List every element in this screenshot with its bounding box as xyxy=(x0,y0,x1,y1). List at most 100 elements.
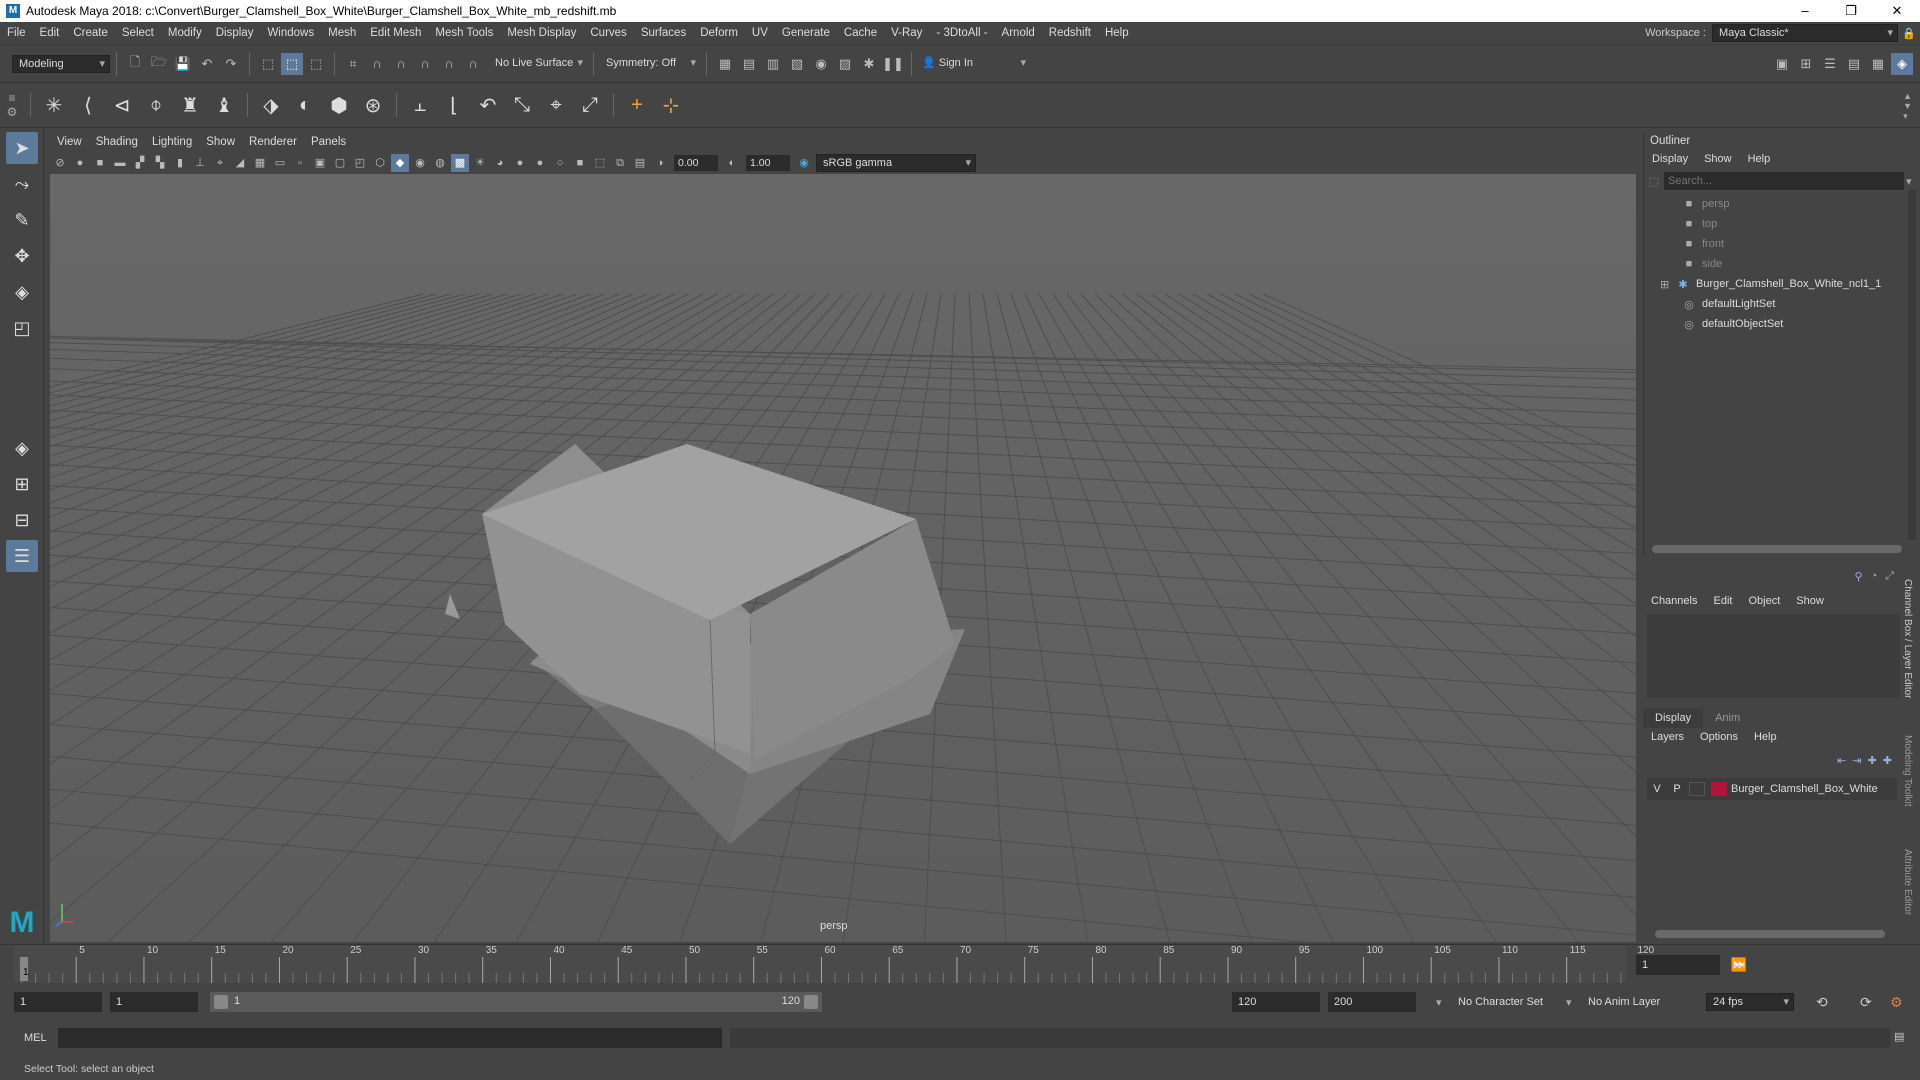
menu-3dtoall[interactable]: - 3DtoAll - xyxy=(929,22,994,44)
close-button[interactable]: ✕ xyxy=(1874,0,1920,22)
outliner-item-top[interactable]: ■ top xyxy=(1682,214,1920,234)
menu-display[interactable]: Display xyxy=(209,22,261,44)
layer-type-toggle[interactable] xyxy=(1689,782,1705,796)
channel-icon-c[interactable]: ⤢ xyxy=(1885,570,1894,583)
lock-camera-icon[interactable]: ● xyxy=(71,154,89,172)
select-component-icon[interactable]: ⬚ xyxy=(305,53,327,75)
playback-end-field[interactable]: 120 xyxy=(1232,992,1320,1012)
menu-edit-mesh[interactable]: Edit Mesh xyxy=(363,22,428,44)
render-view-icon[interactable]: ▦ xyxy=(714,53,736,75)
auto-key-icon[interactable]: ⟳ xyxy=(1860,994,1872,1011)
two-view-icon[interactable]: ⊟ xyxy=(6,504,38,536)
paint-weights-icon[interactable]: ⬗ xyxy=(256,89,286,121)
human-ik-icon[interactable]: ♝ xyxy=(209,89,239,121)
snap-curve-icon[interactable]: ∩ xyxy=(366,53,388,75)
vp-menu-lighting[interactable]: Lighting xyxy=(145,136,199,148)
constraint-point-icon[interactable]: ⌊ xyxy=(439,89,469,121)
hud-icon[interactable]: ⬚ xyxy=(591,154,609,172)
hypershade-icon[interactable]: ◉ xyxy=(810,53,832,75)
scale-tool-icon[interactable]: ◰ xyxy=(6,312,38,344)
anim-layer-dropdown[interactable]: No Anim Layer xyxy=(1588,992,1660,1012)
ipr-render-icon[interactable]: ▥ xyxy=(762,53,784,75)
menu-mesh-display[interactable]: Mesh Display xyxy=(500,22,583,44)
shelf-tabs-icon[interactable]: ≡ ⚙ xyxy=(0,91,24,119)
render-setup-icon[interactable]: ▨ xyxy=(834,53,856,75)
channel-icon-a[interactable]: ⚲ xyxy=(1854,570,1862,583)
channel-icon-b[interactable]: ◔ xyxy=(1871,570,1878,583)
mode-dropdown[interactable]: Modeling xyxy=(12,54,110,73)
constraint-scale-icon[interactable]: ⤡ xyxy=(507,89,537,121)
quick-rig-icon[interactable]: ♜ xyxy=(175,89,205,121)
layers-menu-help[interactable]: Help xyxy=(1746,731,1785,743)
snap-grid-icon[interactable]: ⌗ xyxy=(342,53,364,75)
sign-in-dropdown[interactable]: 👤 Sign In xyxy=(918,54,1030,73)
channel-box-toggle-icon[interactable]: ▦ xyxy=(1867,53,1889,75)
layer-editor-toggle-icon[interactable]: ◈ xyxy=(1891,53,1913,75)
resolution-gate-icon[interactable]: ◢ xyxy=(231,154,249,172)
vp-menu-panels[interactable]: Panels xyxy=(304,136,353,148)
select-tool-icon[interactable]: ➤ xyxy=(6,132,38,164)
move-tool-icon[interactable]: ✥ xyxy=(6,240,38,272)
bind-skin-icon[interactable]: ⌽ xyxy=(141,89,171,121)
tool-settings-icon[interactable]: ☰ xyxy=(1819,53,1841,75)
vp-menu-renderer[interactable]: Renderer xyxy=(242,136,304,148)
outliner-item-burger-group[interactable]: ⊞ ✱ Burger_Clamshell_Box_White_ncl1_1 xyxy=(1660,274,1920,294)
gate-mask-icon[interactable]: ▦ xyxy=(251,154,269,172)
outliner-layout-icon[interactable]: ☰ xyxy=(6,540,38,572)
layer-move-up-icon[interactable]: ⇤ xyxy=(1837,754,1846,767)
constraint-pole-icon[interactable]: ⤢ xyxy=(575,89,605,121)
mel-label[interactable]: MEL xyxy=(24,1028,47,1048)
outliner-item-persp[interactable]: ■ persp xyxy=(1682,194,1920,214)
menu-surfaces[interactable]: Surfaces xyxy=(634,22,693,44)
anti-aliasing-icon[interactable]: ● xyxy=(531,154,549,172)
rotate-tool-icon[interactable]: ◈ xyxy=(6,276,38,308)
layer-move-down-icon[interactable]: ⇥ xyxy=(1852,754,1861,767)
range-slider-end-handle[interactable] xyxy=(804,995,818,1009)
render-frame-icon[interactable]: ▤ xyxy=(738,53,760,75)
xray-joints-icon[interactable]: ☀ xyxy=(471,154,489,172)
live-surface-dropdown[interactable]: No Live Surface xyxy=(489,54,587,73)
select-camera-icon[interactable]: ⊘ xyxy=(51,154,69,172)
menu-deform[interactable]: Deform xyxy=(693,22,745,44)
new-layer-selected-icon[interactable]: ✚ xyxy=(1883,754,1892,767)
outliner-toggle-icon[interactable]: ▤ xyxy=(1843,53,1865,75)
outliner-item-default-light-set[interactable]: ◎ defaultLightSet xyxy=(1682,294,1920,314)
cluster-icon[interactable]: ⊛ xyxy=(358,89,388,121)
channels-menu-edit[interactable]: Edit xyxy=(1705,595,1740,607)
constraint-orient-icon[interactable]: ↶ xyxy=(473,89,503,121)
exposure-icon[interactable]: ◑ xyxy=(651,154,669,172)
layers-menu-layers[interactable]: Layers xyxy=(1643,731,1692,743)
gamma-field[interactable]: 1.00 xyxy=(746,155,790,171)
select-hierarchy-icon[interactable]: ⬚ xyxy=(257,53,279,75)
outliner-menu-show[interactable]: Show xyxy=(1696,153,1740,165)
motion-blur-icon[interactable]: ● xyxy=(511,154,529,172)
layers-menu-options[interactable]: Options xyxy=(1692,731,1746,743)
range-slider-start-handle[interactable] xyxy=(214,995,228,1009)
menu-curves[interactable]: Curves xyxy=(583,22,633,44)
locator-special-icon[interactable]: ⊹ xyxy=(656,89,686,121)
layer-color-swatch[interactable] xyxy=(1711,782,1727,796)
pause-icon[interactable]: ❚❚ xyxy=(882,53,904,75)
viewport-3d[interactable]: persp xyxy=(50,174,1636,942)
camera-toggle-icon[interactable]: ⧉ xyxy=(611,154,629,172)
animation-start-field[interactable]: 1 xyxy=(14,992,102,1012)
color-space-dropdown[interactable]: sRGB gamma xyxy=(816,154,976,172)
anim-layer-icon[interactable]: ▾ xyxy=(1566,996,1572,1009)
fit-view-icon[interactable]: ▤ xyxy=(631,154,649,172)
character-set-icon[interactable]: ▾ xyxy=(1436,996,1442,1009)
four-view-icon[interactable]: ⊞ xyxy=(6,468,38,500)
layer-row[interactable]: V P Burger_Clamshell_Box_White xyxy=(1647,778,1897,800)
image-plane-icon[interactable]: ▞ xyxy=(131,154,149,172)
shaded-wireframe-icon[interactable]: ⬡ xyxy=(371,154,389,172)
outliner-vertical-scrollbar[interactable] xyxy=(1908,190,1916,540)
layer-scrollbar[interactable] xyxy=(1655,930,1885,938)
outliner-item-front[interactable]: ■ front xyxy=(1682,234,1920,254)
constraint-parent-icon[interactable]: ⫠ xyxy=(405,89,435,121)
grid-toggle-icon[interactable]: ⊥ xyxy=(191,154,209,172)
menu-select[interactable]: Select xyxy=(115,22,161,44)
safe-action-icon[interactable]: ▫ xyxy=(291,154,309,172)
minimize-button[interactable]: – xyxy=(1782,0,1828,22)
menu-uv[interactable]: UV xyxy=(745,22,775,44)
outliner-search-input[interactable] xyxy=(1664,172,1904,190)
snap-view-icon[interactable]: ∩ xyxy=(414,53,436,75)
